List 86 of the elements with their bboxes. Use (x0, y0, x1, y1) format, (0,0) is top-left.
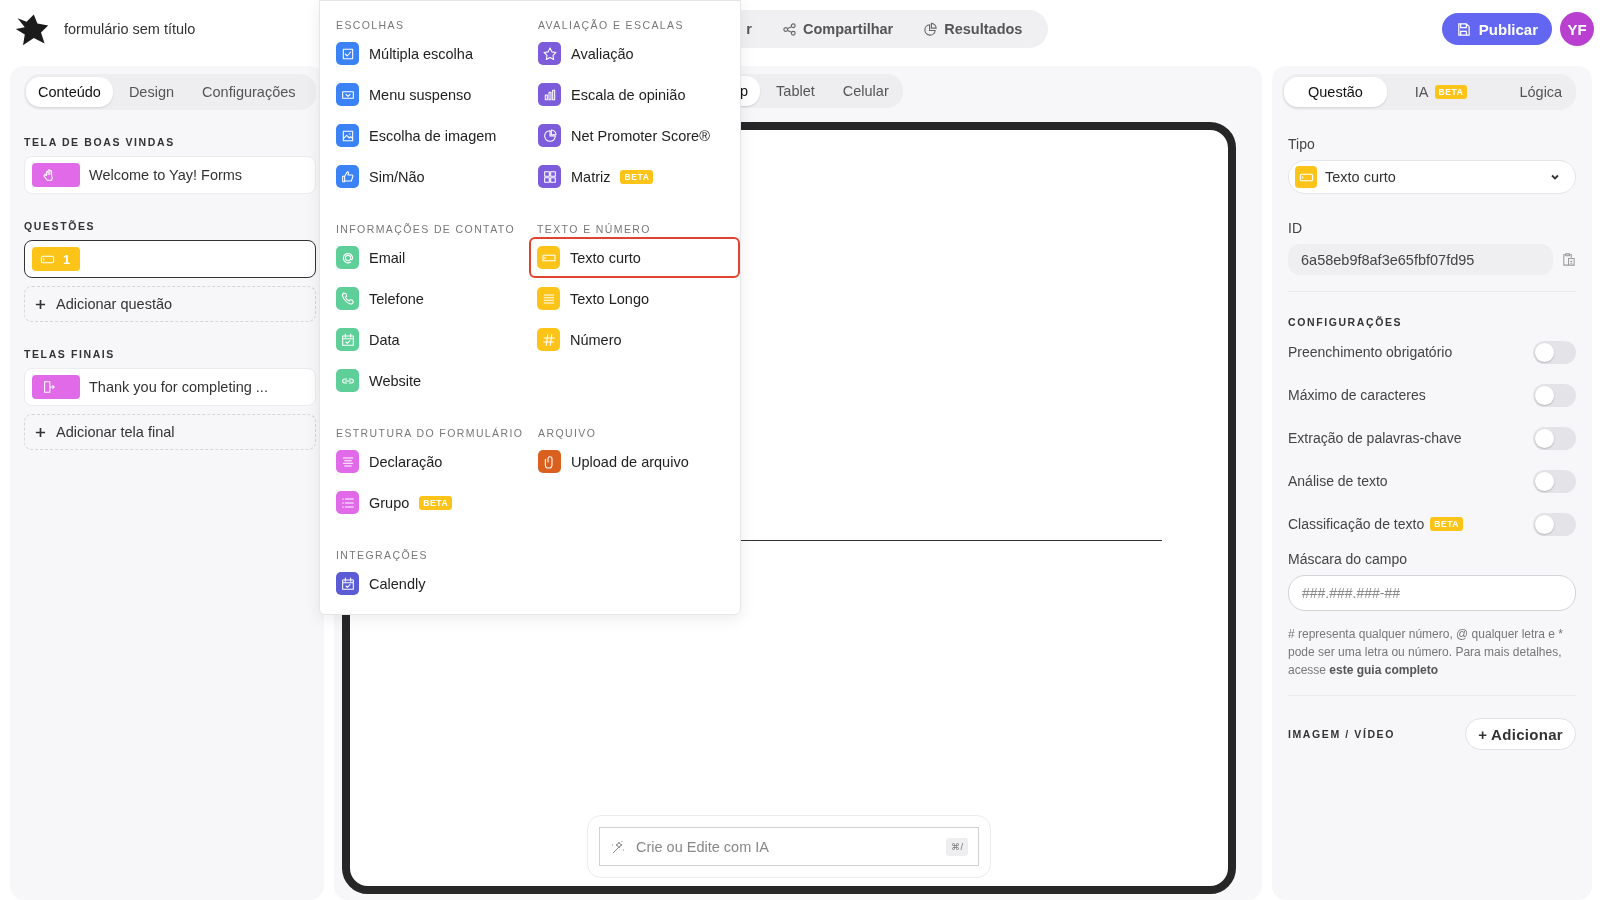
menu-section-heading: TEXTO E NÚMERO (537, 223, 652, 235)
star-logo-icon[interactable] (14, 12, 50, 46)
mask-field[interactable]: ###.###.###-## (1288, 575, 1576, 611)
section-heading: TELA DE BOAS VINDAS (24, 136, 176, 148)
menu-item[interactable]: Telefone (328, 278, 528, 319)
beta-badge: BETA (419, 495, 453, 510)
menu-section-heading: AVALIAÇÃO E ESCALAS (538, 19, 685, 31)
plus-icon (35, 298, 46, 310)
menu-item[interactable]: Múltipla escolha (328, 33, 528, 74)
add-media-button[interactable]: + Adicionar (1465, 718, 1576, 750)
panel-tab[interactable]: Configurações (190, 77, 308, 107)
beta-badge: BETA (620, 169, 654, 184)
save-icon (1455, 21, 1471, 37)
menu-item[interactable]: Website (328, 360, 528, 401)
toggle-switch[interactable] (1533, 426, 1576, 450)
share-icon (782, 21, 797, 37)
menu-item[interactable]: Número (529, 319, 729, 360)
menu-item[interactable]: Avaliação (530, 33, 730, 74)
menu-item[interactable]: Escala de opinião (530, 74, 730, 115)
section-heading: TELAS FINAIS (24, 348, 116, 360)
ending-screen-item[interactable]: Thank you for completing ... (24, 368, 316, 406)
section-heading: QUESTÕES (24, 220, 97, 232)
menu-item[interactable]: Matriz BETA (530, 156, 730, 197)
nav-tab[interactable]: Compartilhar (770, 21, 906, 37)
ending-title: Thank you for completing ... (89, 379, 268, 395)
menu-item[interactable]: Escolha de imagem (328, 115, 528, 156)
beta-badge: BETA (1434, 85, 1468, 99)
menu-item[interactable]: Menu suspenso (328, 74, 528, 115)
toggle-switch[interactable] (1533, 340, 1576, 364)
menu-item[interactable]: Calendly (328, 563, 528, 604)
form-title[interactable]: formulário sem título (64, 21, 196, 37)
pie-chart-icon (923, 21, 939, 37)
setting-label: Análise de texto (1288, 473, 1388, 489)
section-heading: IMAGEM / VÍDEO (1288, 728, 1395, 740)
field-label: ID (1288, 220, 1303, 236)
type-select[interactable]: Texto curto (1288, 160, 1576, 194)
magic-wand-icon (610, 838, 626, 855)
ai-prompt-field[interactable]: Crie ou Edite com IA (634, 837, 939, 856)
setting-label: Máximo de caracteres (1288, 387, 1426, 403)
add-question-button[interactable]: Adicionar questão (24, 286, 316, 322)
setting-label: Preenchimento obrigatório (1288, 344, 1453, 360)
menu-section-heading: ESCOLHAS (336, 19, 406, 31)
menu-section-heading: INFORMAÇÕES DE CONTATO (336, 223, 516, 235)
menu-item[interactable]: Texto Longo (529, 278, 729, 319)
beta-badge: BETA (1430, 517, 1464, 531)
panel-tab[interactable]: Conteúdo (26, 77, 113, 107)
field-label: Máscara do campo (1288, 551, 1409, 567)
menu-item[interactable]: Grupo BETA (328, 482, 528, 523)
menu-item[interactable]: Declaração (328, 441, 528, 482)
panel-tab[interactable]: Questão (1284, 77, 1387, 107)
user-avatar[interactable]: YF (1560, 12, 1594, 46)
toggle-switch[interactable] (1533, 383, 1576, 407)
menu-item[interactable]: Texto curto (529, 237, 740, 278)
device-tab[interactable]: Celular (830, 76, 901, 106)
question-number: 1 (63, 251, 71, 267)
panel-tab[interactable]: Lógica (1495, 77, 1587, 107)
menu-item[interactable]: Sim/Não (328, 156, 528, 197)
device-tab[interactable]: Tablet (764, 76, 827, 106)
field-label: Tipo (1288, 136, 1316, 152)
toggle-switch[interactable] (1533, 469, 1576, 493)
plus-icon (35, 426, 46, 438)
publish-button[interactable]: Publicar (1441, 13, 1552, 45)
menu-item[interactable]: Upload de arquivo (530, 441, 730, 482)
welcome-screen-item[interactable]: Welcome to Yay! Forms (24, 156, 316, 194)
menu-item[interactable]: Net Promoter Score® (530, 115, 730, 156)
toggle-switch[interactable] (1533, 512, 1576, 536)
menu-section-heading: ESTRUTURA DO FORMULÁRIO (336, 427, 525, 439)
menu-section-heading: INTEGRAÇÕES (336, 549, 429, 561)
nav-tab[interactable]: Resultados (911, 21, 1035, 37)
help-text: # representa qualquer número, @ qualquer letra e * pode ser uma letra ou número. Para mais detalhes, acesse este guia completo (1288, 626, 1564, 679)
setting-label: Extração de palavras-chave (1288, 430, 1462, 446)
ai-prompt-box[interactable]: Crie ou Edite com IA ⌘/ (599, 827, 979, 866)
copy-icon[interactable] (1561, 252, 1576, 267)
text-field-icon (1295, 166, 1317, 188)
panel-tab[interactable]: IA BETA (1390, 77, 1492, 107)
panel-tab[interactable]: Design (116, 77, 187, 107)
shortcut-hint: ⌘/ (946, 837, 968, 856)
menu-section-heading: ARQUIVO (538, 427, 598, 439)
menu-item[interactable]: Email (328, 237, 528, 278)
menu-item[interactable]: Data (328, 319, 528, 360)
id-field[interactable]: 6a58eb9f8af3e65fbf07fd95 (1288, 244, 1553, 275)
guide-link[interactable]: este guia completo (1329, 663, 1439, 677)
section-heading: CONFIGURAÇÕES (1288, 316, 1404, 328)
setting-label: Classificação de texto (1288, 516, 1425, 532)
add-ending-button[interactable]: Adicionar tela final (24, 414, 316, 450)
welcome-title: Welcome to Yay! Forms (89, 167, 243, 183)
